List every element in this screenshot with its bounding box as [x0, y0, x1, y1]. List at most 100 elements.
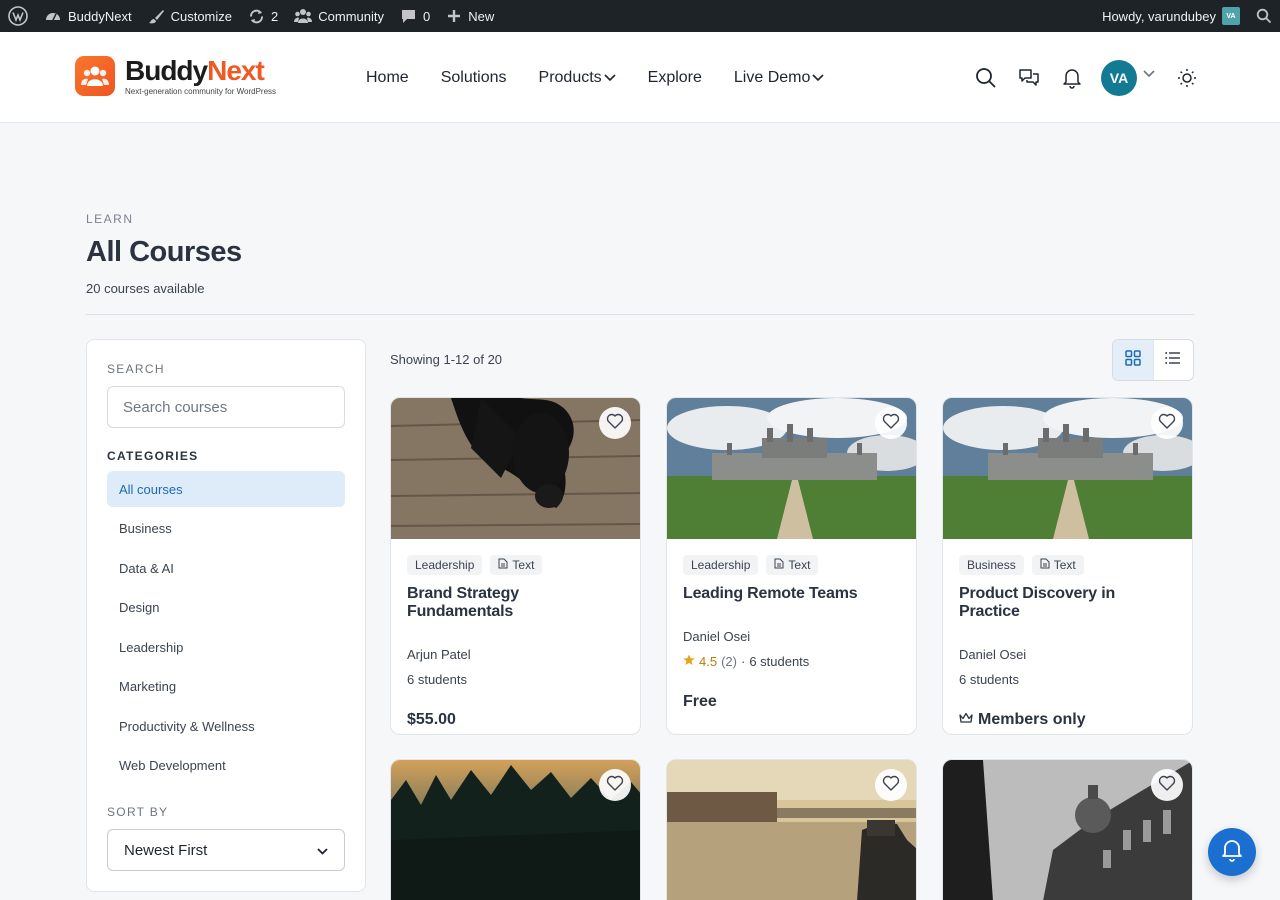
- favorite-button[interactable]: [599, 407, 631, 439]
- logo-tagline: Next-generation community for WordPress: [125, 87, 277, 96]
- admin-search-button[interactable]: [1248, 0, 1280, 32]
- course-thumbnail[interactable]: [667, 760, 916, 900]
- heart-icon: [606, 413, 624, 434]
- category-item-productivity[interactable]: Productivity & Wellness: [107, 708, 345, 744]
- customize-link[interactable]: Customize: [140, 0, 240, 32]
- favorite-button[interactable]: [875, 407, 907, 439]
- course-author[interactable]: Daniel Osei: [683, 629, 900, 644]
- course-meta: 4.5 (2) · 6 students: [683, 654, 900, 669]
- my-account-menu[interactable]: Howdy, varundubey VA: [1094, 0, 1248, 32]
- course-card[interactable]: Leadership Text Brand Strategy Fundament…: [390, 397, 641, 735]
- heart-icon: [882, 775, 900, 796]
- dashboard-icon: [44, 7, 62, 25]
- course-card[interactable]: [390, 759, 641, 900]
- course-title[interactable]: Leading Remote Teams: [683, 585, 900, 603]
- course-card[interactable]: Business Text Product Discovery in Pract…: [942, 397, 1193, 735]
- nav-live-demo[interactable]: Live Demo: [734, 69, 824, 87]
- type-tag: Text: [1031, 555, 1084, 575]
- notification-fab[interactable]: [1208, 828, 1256, 876]
- bell-icon: [1221, 838, 1243, 867]
- site-header: BuddyNext Next-generation community for …: [0, 32, 1280, 123]
- nav-explore[interactable]: Explore: [648, 69, 702, 87]
- course-author[interactable]: Arjun Patel: [407, 647, 624, 662]
- category-item-marketing[interactable]: Marketing: [107, 669, 345, 705]
- course-thumbnail[interactable]: [391, 760, 640, 900]
- category-item-leadership[interactable]: Leadership: [107, 629, 345, 665]
- nav-home[interactable]: Home: [366, 69, 409, 87]
- plus-icon: [446, 8, 462, 24]
- nav-solutions[interactable]: Solutions: [441, 69, 507, 87]
- search-icon[interactable]: [975, 67, 997, 89]
- comments-link[interactable]: 0: [392, 0, 438, 32]
- type-tag-label: Text: [788, 558, 811, 572]
- heart-icon: [882, 413, 900, 434]
- site-logo[interactable]: BuddyNext Next-generation community for …: [75, 56, 276, 96]
- wp-logo-menu[interactable]: [0, 0, 36, 32]
- meta-separator: ·: [740, 654, 746, 669]
- updates-link[interactable]: 2: [240, 0, 286, 32]
- wordpress-icon: [8, 6, 28, 26]
- chat-icon[interactable]: [1018, 67, 1040, 89]
- community-label: Community: [318, 8, 384, 24]
- favorite-button[interactable]: [1151, 769, 1183, 801]
- nav-home-label: Home: [366, 68, 409, 86]
- heart-icon: [1158, 775, 1176, 796]
- favorite-button[interactable]: [599, 769, 631, 801]
- category-item-all[interactable]: All courses: [107, 471, 345, 507]
- course-card[interactable]: [666, 759, 917, 900]
- category-item-design[interactable]: Design: [107, 590, 345, 626]
- list-view-button[interactable]: [1152, 340, 1193, 380]
- course-thumbnail[interactable]: [943, 760, 1192, 900]
- course-thumbnail[interactable]: [943, 398, 1192, 539]
- favorite-button[interactable]: [875, 769, 907, 801]
- course-thumbnail[interactable]: [667, 398, 916, 539]
- category-item-data-ai[interactable]: Data & AI: [107, 550, 345, 586]
- user-avatar[interactable]: VA: [1101, 59, 1137, 96]
- refresh-icon: [248, 8, 265, 25]
- favorite-button[interactable]: [1151, 407, 1183, 439]
- course-card[interactable]: [942, 759, 1193, 900]
- header-actions: VA: [954, 32, 1198, 123]
- categories-label: CATEGORIES: [107, 449, 199, 463]
- course-price-label: $55.00: [407, 711, 456, 728]
- chevron-down-icon[interactable]: [1143, 65, 1155, 83]
- course-author[interactable]: Daniel Osei: [959, 647, 1176, 662]
- nav-products[interactable]: Products: [539, 69, 616, 87]
- sort-select[interactable]: Newest First: [107, 829, 345, 871]
- search-label: SEARCH: [107, 362, 165, 376]
- logo-mark-icon: [75, 56, 115, 96]
- type-tag-label: Text: [512, 558, 535, 572]
- category-item-business[interactable]: Business: [107, 511, 345, 547]
- course-filters-sidebar: SEARCH CATEGORIES All courses Business D…: [86, 339, 366, 892]
- grid-view-button[interactable]: [1113, 340, 1153, 380]
- nav-products-label: Products: [538, 68, 602, 86]
- course-title[interactable]: Brand Strategy Fundamentals: [407, 585, 624, 621]
- new-label: New: [468, 8, 495, 24]
- bell-icon[interactable]: [1061, 67, 1083, 89]
- search-input[interactable]: [107, 386, 345, 428]
- site-name-menu[interactable]: BuddyNext: [36, 0, 140, 32]
- type-tag-label: Text: [1053, 558, 1076, 572]
- star-icon: [683, 654, 695, 669]
- logo-word-part2: Next: [207, 55, 265, 86]
- updates-count: 2: [271, 8, 279, 24]
- course-card[interactable]: Leadership Text Leading Remote Teams Dan…: [666, 397, 917, 735]
- chevron-down-icon: [812, 69, 824, 87]
- course-meta: 6 students: [407, 672, 624, 687]
- course-thumbnail[interactable]: [391, 398, 640, 539]
- sun-icon[interactable]: [1176, 67, 1198, 89]
- customize-label: Customize: [170, 8, 233, 24]
- new-content-link[interactable]: New: [438, 0, 502, 32]
- course-price: Free: [683, 693, 900, 711]
- rating-value: 4.5: [699, 654, 718, 669]
- category-tag: Business: [959, 555, 1024, 575]
- community-link[interactable]: Community: [286, 0, 392, 32]
- main-nav: Home Solutions Products Explore Live Dem…: [366, 32, 856, 123]
- heart-icon: [606, 775, 624, 796]
- rating-count: (2): [721, 654, 737, 669]
- category-item-web-development[interactable]: Web Development: [107, 748, 345, 784]
- course-price-label: Members only: [978, 711, 1086, 728]
- view-toggle: [1112, 339, 1194, 381]
- course-title[interactable]: Product Discovery in Practice: [959, 585, 1176, 621]
- chevron-down-icon: [604, 69, 616, 87]
